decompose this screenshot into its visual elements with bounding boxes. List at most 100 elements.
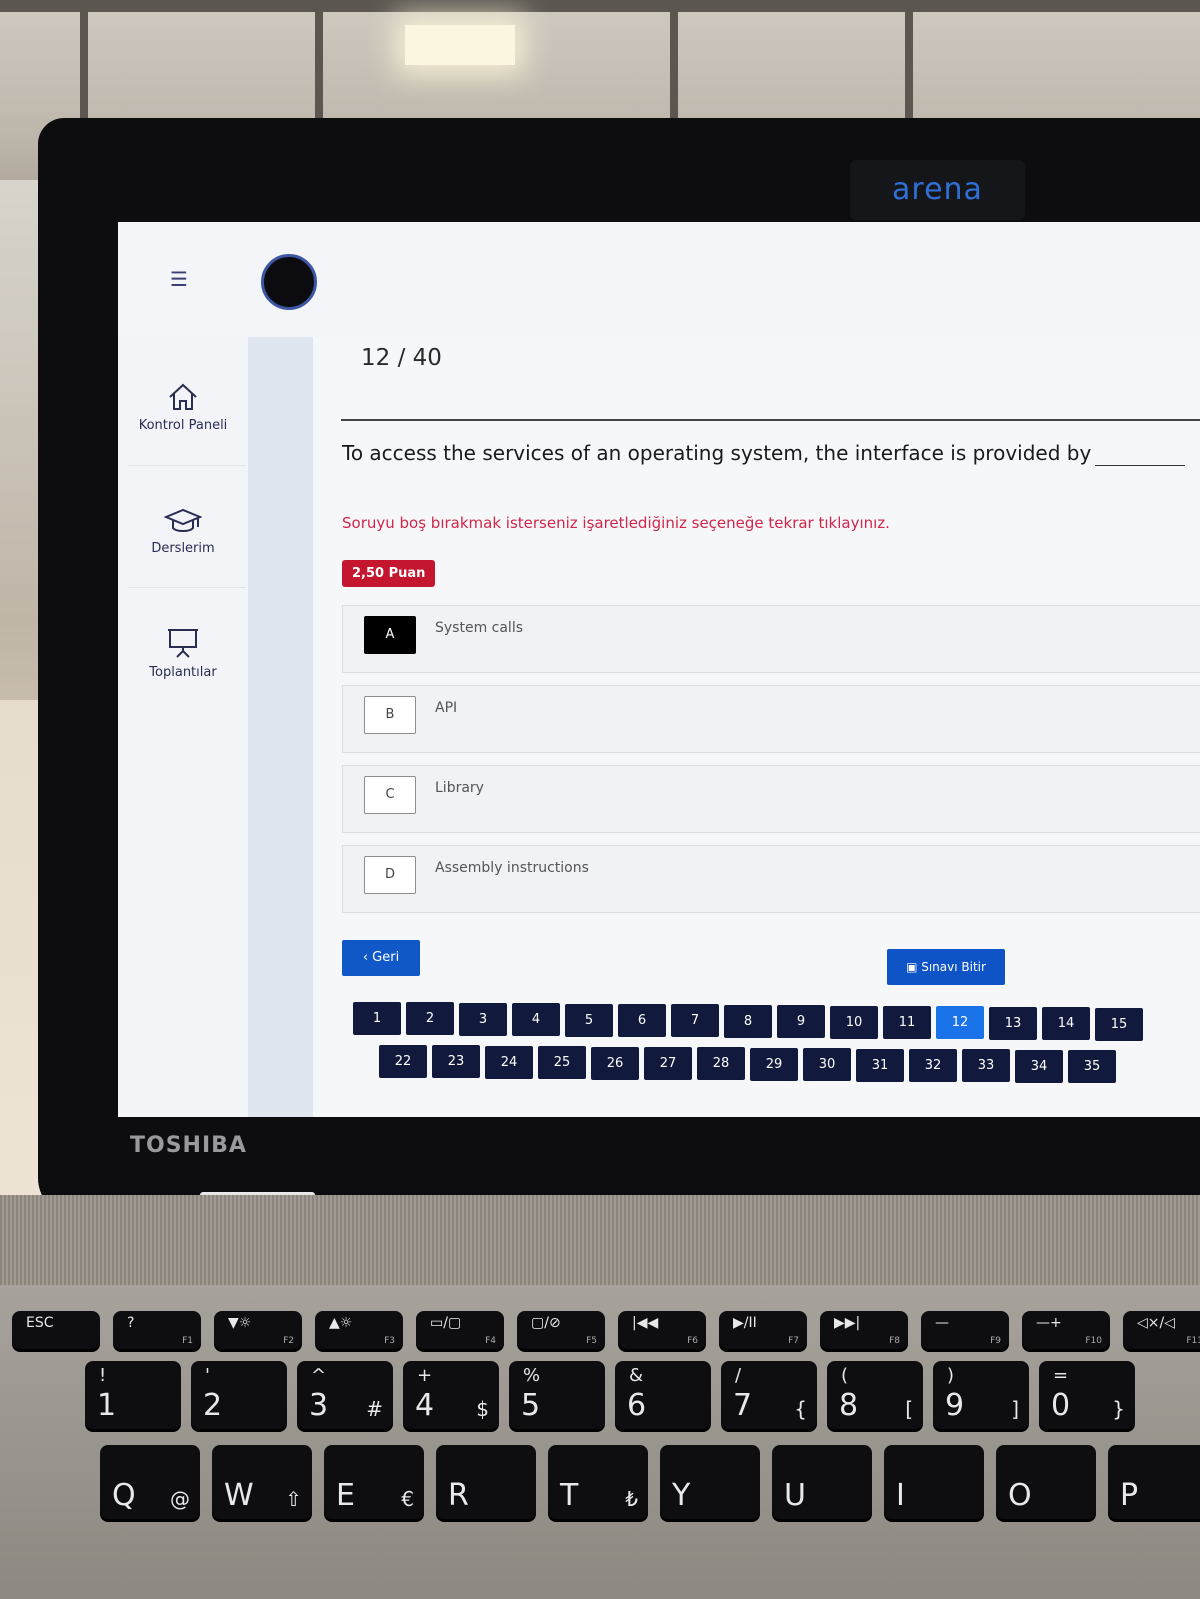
points-badge: 2,50 Puan bbox=[342, 560, 436, 587]
sidebar-divider bbox=[128, 587, 246, 588]
key-label: @ bbox=[170, 1487, 190, 1511]
keyboard-key[interactable]: ! 1 bbox=[85, 1361, 181, 1429]
question-nav-button[interactable]: 25 bbox=[538, 1046, 586, 1080]
keyboard-key[interactable]: ▲☼ F3 bbox=[315, 1311, 403, 1349]
question-nav-button[interactable]: 35 bbox=[1068, 1050, 1116, 1084]
keyboard-key[interactable]: ) 9] bbox=[933, 1361, 1029, 1429]
option-c[interactable]: C Library bbox=[342, 765, 1200, 833]
question-nav-button[interactable]: 2 bbox=[406, 1002, 454, 1036]
question-nav-button[interactable]: 26 bbox=[591, 1046, 639, 1080]
question-nav-button[interactable]: 7 bbox=[671, 1004, 719, 1038]
keyboard-key[interactable]: ' 2 bbox=[191, 1361, 287, 1429]
key-fn-label: F11 bbox=[1186, 1336, 1200, 1346]
question-nav-button[interactable]: 31 bbox=[856, 1048, 904, 1082]
finish-exam-button[interactable]: ▣ Sınavı Bitir bbox=[887, 949, 1005, 985]
presentation-board-icon bbox=[168, 629, 198, 658]
question-nav-button[interactable]: 23 bbox=[432, 1045, 480, 1079]
keyboard-key[interactable]: = 0} bbox=[1039, 1361, 1135, 1429]
key-label: U bbox=[784, 1478, 806, 1513]
keyboard-key[interactable]: ^ 3 # bbox=[297, 1361, 393, 1429]
key-label: = bbox=[1053, 1365, 1069, 1386]
key-label: & bbox=[629, 1365, 644, 1386]
question-nav-button[interactable]: 10 bbox=[830, 1005, 878, 1039]
question-nav-button[interactable]: 8 bbox=[724, 1004, 772, 1038]
back-button[interactable]: ‹ Geri bbox=[342, 940, 420, 976]
keyboard-key[interactable]: % 5 bbox=[509, 1361, 605, 1429]
question-nav-button[interactable]: 28 bbox=[697, 1047, 745, 1081]
question-nav-button[interactable]: 22 bbox=[379, 1045, 427, 1078]
keyboard-key[interactable]: |◀◀ F6 bbox=[618, 1311, 706, 1349]
key-fn-label: F6 bbox=[687, 1336, 698, 1346]
option-d[interactable]: D Assembly instructions bbox=[342, 845, 1200, 913]
keyboard-key[interactable]: P bbox=[1108, 1445, 1200, 1519]
keyboard-key[interactable]: T ₺ bbox=[548, 1445, 648, 1519]
keyboard-key[interactable]: Q @ bbox=[100, 1445, 200, 1519]
keyboard-key[interactable]: ◁×/◁ F11 bbox=[1123, 1311, 1200, 1349]
option-letter[interactable]: D bbox=[364, 856, 416, 894]
question-nav-button[interactable]: 4 bbox=[512, 1003, 560, 1037]
key-label: — bbox=[935, 1315, 949, 1331]
option-letter[interactable]: C bbox=[364, 776, 416, 814]
keyboard-key[interactable]: ▭/▢ F4 bbox=[416, 1311, 504, 1349]
keyboard-key[interactable]: /7 { bbox=[721, 1361, 817, 1429]
keyboard-key[interactable]: ESC bbox=[12, 1311, 100, 1349]
keyboard-key[interactable]: —+ F10 bbox=[1022, 1311, 1110, 1349]
sidebar-item-derslerim[interactable]: Derslerim bbox=[118, 507, 248, 556]
keyboard-key[interactable]: (8 [ bbox=[827, 1361, 923, 1429]
key-label: Q bbox=[112, 1478, 136, 1513]
keyboard-key[interactable]: I bbox=[884, 1445, 984, 1519]
question-nav-button[interactable]: 5 bbox=[565, 1003, 613, 1037]
key-label: € bbox=[401, 1487, 414, 1511]
key-label: W bbox=[224, 1478, 254, 1513]
keyboard-key[interactable]: Y bbox=[660, 1445, 760, 1519]
question-body: To access the services of an operating s… bbox=[342, 441, 1092, 465]
question-nav-button[interactable]: 29 bbox=[750, 1047, 798, 1081]
option-a[interactable]: A System calls bbox=[342, 605, 1200, 673]
option-letter[interactable]: B bbox=[364, 696, 416, 734]
question-nav-button[interactable]: 32 bbox=[909, 1049, 957, 1082]
sidebar-item-kontrol-paneli[interactable]: Kontrol Paneli bbox=[118, 382, 248, 433]
question-nav-button[interactable]: 15 bbox=[1095, 1007, 1143, 1041]
question-nav-button[interactable]: 1 bbox=[353, 1002, 401, 1035]
option-letter[interactable]: A bbox=[364, 616, 416, 654]
question-nav-button[interactable]: 12 bbox=[936, 1006, 984, 1040]
question-nav-button[interactable]: 27 bbox=[644, 1047, 692, 1080]
option-b[interactable]: B API bbox=[342, 685, 1200, 753]
keyboard-key[interactable]: O bbox=[996, 1445, 1096, 1519]
question-nav-button[interactable]: 13 bbox=[989, 1006, 1037, 1040]
question-nav-button[interactable]: 14 bbox=[1042, 1007, 1090, 1041]
key-label: ▲☼ bbox=[329, 1315, 353, 1331]
key-label: O bbox=[1008, 1478, 1032, 1513]
key-label: # bbox=[366, 1397, 383, 1421]
question-nav-button[interactable]: 30 bbox=[803, 1048, 851, 1082]
keyboard-key[interactable]: E € bbox=[324, 1445, 424, 1519]
question-nav-button[interactable]: 6 bbox=[618, 1004, 666, 1037]
question-nav-button[interactable]: 3 bbox=[459, 1002, 507, 1036]
divider-line bbox=[341, 419, 1200, 421]
question-nav-button[interactable]: 33 bbox=[962, 1049, 1010, 1083]
question-nav-button[interactable]: 9 bbox=[777, 1005, 825, 1039]
keyboard-key[interactable]: ▶▶| F8 bbox=[820, 1311, 908, 1349]
key-fn-label: F10 bbox=[1085, 1336, 1102, 1346]
university-logo[interactable] bbox=[261, 254, 317, 310]
key-label: I bbox=[896, 1478, 905, 1513]
keyboard-key[interactable]: ▶/II F7 bbox=[719, 1311, 807, 1349]
key-label: Y bbox=[672, 1478, 691, 1513]
keyboard-key[interactable]: R bbox=[436, 1445, 536, 1519]
keyboard-key[interactable]: ▢/⊘ F5 bbox=[517, 1311, 605, 1349]
ceiling-frame bbox=[315, 12, 323, 132]
keyboard-key[interactable]: +4 $ bbox=[403, 1361, 499, 1429]
question-nav-button[interactable]: 11 bbox=[883, 1006, 931, 1039]
keyboard-key[interactable]: W ⇧ bbox=[212, 1445, 312, 1519]
question-nav-button[interactable]: 34 bbox=[1015, 1049, 1063, 1083]
ceiling-light bbox=[405, 25, 515, 65]
keyboard-key[interactable]: — F9 bbox=[921, 1311, 1009, 1349]
sidebar-item-toplantilar[interactable]: Toplantılar bbox=[118, 627, 248, 680]
menu-icon[interactable]: ☰ bbox=[170, 269, 196, 289]
keyboard-key[interactable]: & 6 bbox=[615, 1361, 711, 1429]
keyboard-key[interactable]: ? F1 bbox=[113, 1311, 201, 1349]
question-nav-button[interactable]: 24 bbox=[485, 1045, 533, 1079]
key-label: 6 bbox=[627, 1388, 647, 1423]
keyboard-key[interactable]: ▼☼ F2 bbox=[214, 1311, 302, 1349]
keyboard-key[interactable]: U bbox=[772, 1445, 872, 1519]
